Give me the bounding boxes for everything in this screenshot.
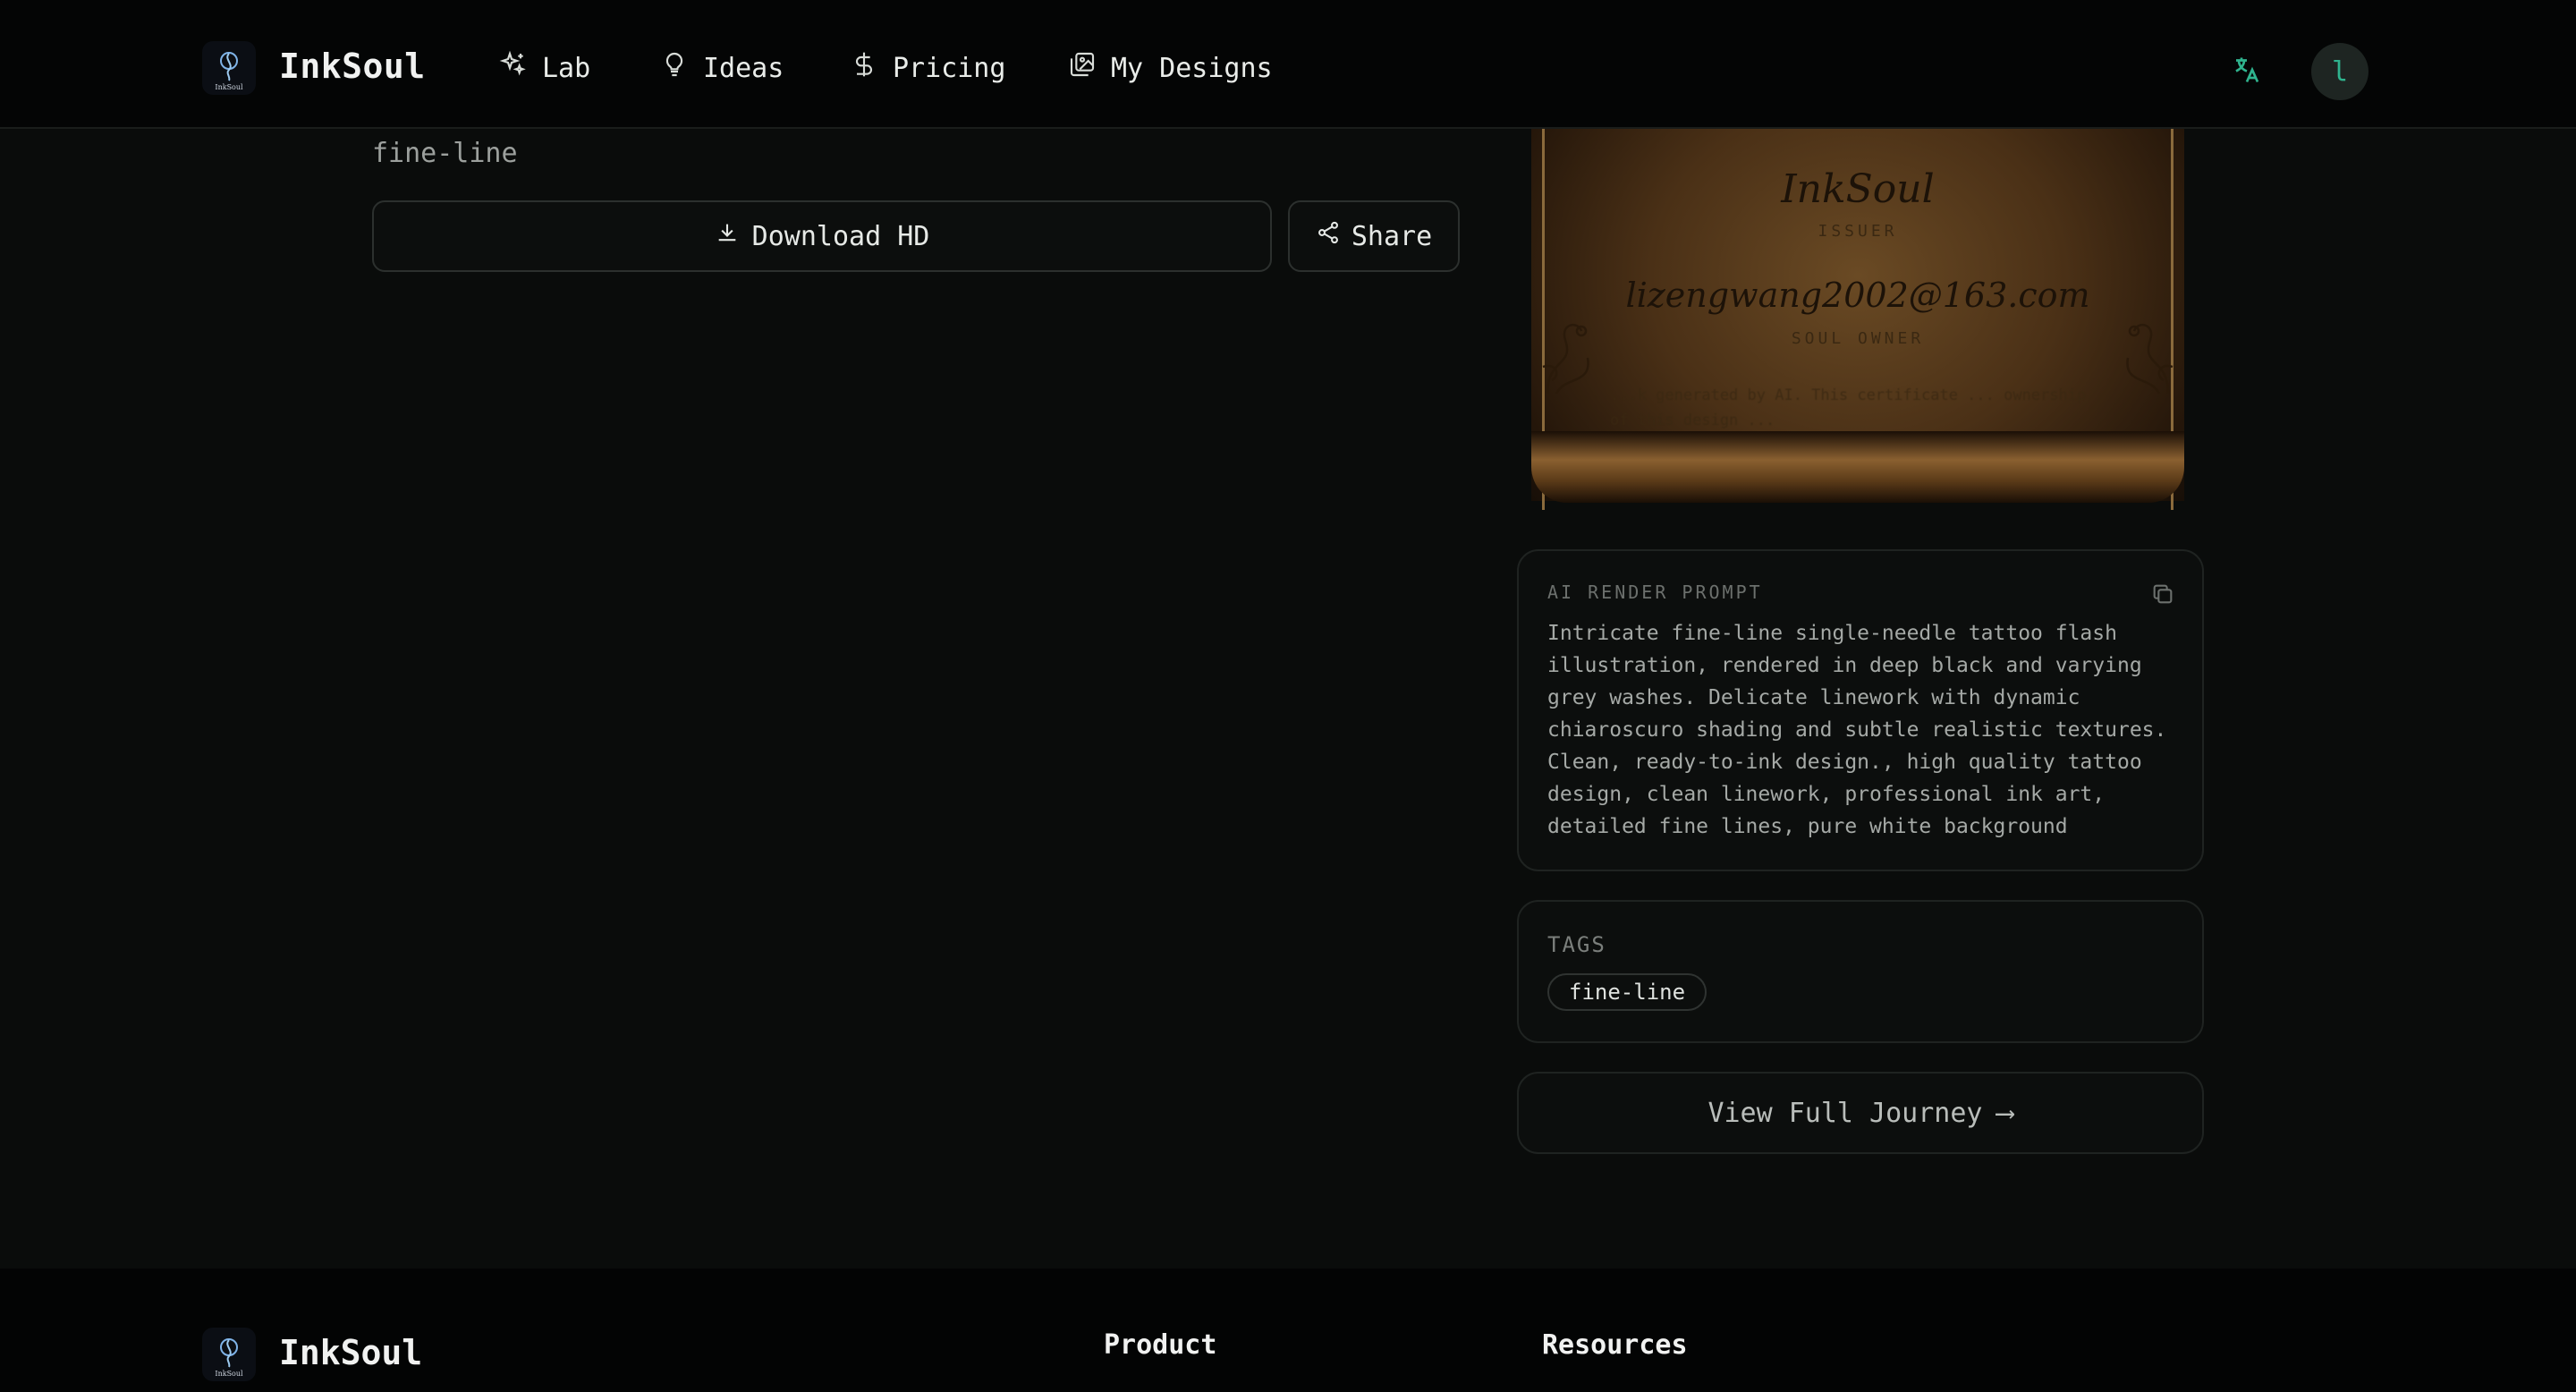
user-avatar[interactable]: l [2311,43,2368,100]
journey-label: View Full Journey [1707,1097,1983,1129]
certificate-owner-label: SOUL OWNER [1791,329,1925,348]
sparkles-icon [499,50,528,86]
footer-column-product: Product [1104,1329,1217,1361]
prompt-text: Intricate fine-line single-needle tattoo… [1547,622,2167,838]
translate-icon[interactable] [2231,54,2263,86]
footer [0,1269,2576,1392]
ornament-left-icon [1538,304,1610,403]
lightbulb-icon [660,50,689,86]
design-style: fine-line [372,138,518,169]
footer-column-resources: Resources [1542,1329,1688,1361]
dollar-icon [850,50,878,86]
arrow-right-icon: ⟶ [1996,1097,2013,1129]
nav-item-my-designs[interactable]: My Designs [1068,50,1273,86]
certificate-owner-name: lizengwang2002@163.com [1625,276,2090,315]
download-icon [715,220,740,252]
svg-text:InkSoul: InkSoul [215,1370,243,1378]
share-button[interactable]: Share [1288,200,1460,272]
nav-item-lab[interactable]: Lab [499,50,590,86]
copy-icon[interactable] [2150,581,2175,607]
share-icon [1316,220,1341,252]
tags-card [1517,900,2204,1043]
prompt-label: AI RENDER PROMPT [1547,581,1763,603]
certificate-issuer-name: InkSoul [1781,166,1935,212]
download-label: Download HD [751,220,930,252]
share-label: Share [1351,220,1433,252]
ornament-right-icon [2106,304,2177,403]
nav-item-pricing[interactable]: Pricing [850,50,1005,86]
certificate-scroll-edge [1531,431,2184,503]
nav-label-ideas: Ideas [703,52,784,84]
footer-brand[interactable]: InkSoul [279,1333,422,1372]
certificate-note: ...k generated by AI. This certificate .… [1610,386,2087,429]
certificate-issuer-label: ISSUER [1818,222,1898,241]
view-full-journey-button[interactable]: View Full Journey ⟶ [1517,1072,2204,1154]
brand-name[interactable]: InkSoul [279,47,426,86]
nav-item-ideas[interactable]: Ideas [660,50,784,86]
download-hd-button[interactable]: Download HD [372,200,1272,272]
tags-label: TAGS [1547,932,1606,957]
svg-text:InkSoul: InkSoul [215,83,243,91]
tattoo-logo-icon[interactable]: InkSoul [202,41,256,95]
nav-label-my-designs: My Designs [1111,52,1273,84]
tag-chip[interactable]: fine-line [1547,973,1707,1011]
images-icon [1068,50,1097,86]
footer-logo-icon[interactable]: InkSoul [202,1328,256,1381]
nav-label-pricing: Pricing [893,52,1006,84]
nav-label-lab: Lab [542,52,591,84]
